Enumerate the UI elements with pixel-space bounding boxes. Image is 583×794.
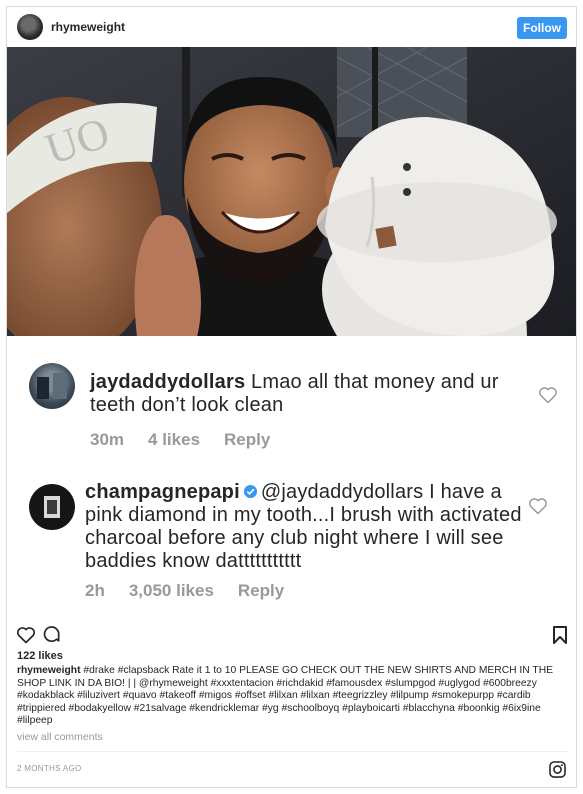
comment-1-meta: 30m 4 likes Reply — [90, 430, 270, 450]
post-actions — [7, 615, 576, 649]
caption: rhymeweight #drake #clapsback Rate it 1 … — [17, 665, 569, 728]
caption-username[interactable]: rhymeweight — [17, 665, 81, 676]
post-timestamp: 2 MONTHS AGO — [17, 764, 82, 773]
comment-1: jaydaddydollars Lmao all that money and … — [90, 371, 530, 417]
comment-2-time: 2h — [85, 581, 105, 600]
avatar — [29, 363, 75, 409]
post-photo[interactable]: UO — [7, 47, 576, 336]
likes-count[interactable]: 122 likes — [17, 650, 63, 662]
view-all-comments-link[interactable]: view all comments — [17, 731, 103, 743]
verified-badge-icon — [243, 484, 257, 499]
comment-2-meta: 2h 3,050 likes Reply — [85, 581, 284, 601]
post-username[interactable]: rhymeweight — [51, 20, 125, 34]
comment-screenshot: jaydaddydollars Lmao all that money and … — [7, 336, 576, 615]
heart-icon — [539, 387, 557, 404]
heart-icon — [529, 498, 547, 515]
divider — [17, 751, 569, 752]
follow-button[interactable]: Follow — [517, 17, 567, 39]
instagram-post-card: rhymeweight Follow UO jaydaddydollars Lm… — [6, 6, 577, 788]
avatar — [29, 484, 75, 530]
comment-2-likes: 3,050 likes — [128, 581, 214, 600]
bookmark-icon[interactable] — [552, 625, 568, 645]
comment-2: champagnepapi @jaydaddydollars I have a p… — [85, 481, 525, 573]
comment-1-likes: 4 likes — [148, 430, 201, 449]
caption-text: #drake #clapsback Rate it 1 to 10 PLEASE… — [17, 665, 553, 726]
comment-2-reply: Reply — [237, 581, 285, 600]
comment-icon[interactable] — [42, 625, 62, 645]
comment-1-username: jaydaddydollars — [90, 371, 246, 393]
instagram-icon[interactable] — [548, 760, 567, 779]
post-header: rhymeweight Follow — [7, 7, 576, 47]
comment-1-reply: Reply — [224, 430, 271, 449]
comment-1-time: 30m — [90, 430, 125, 449]
comment-2-username: champagnepapi — [85, 481, 240, 503]
avatar[interactable] — [17, 14, 43, 40]
heart-icon[interactable] — [16, 625, 36, 645]
